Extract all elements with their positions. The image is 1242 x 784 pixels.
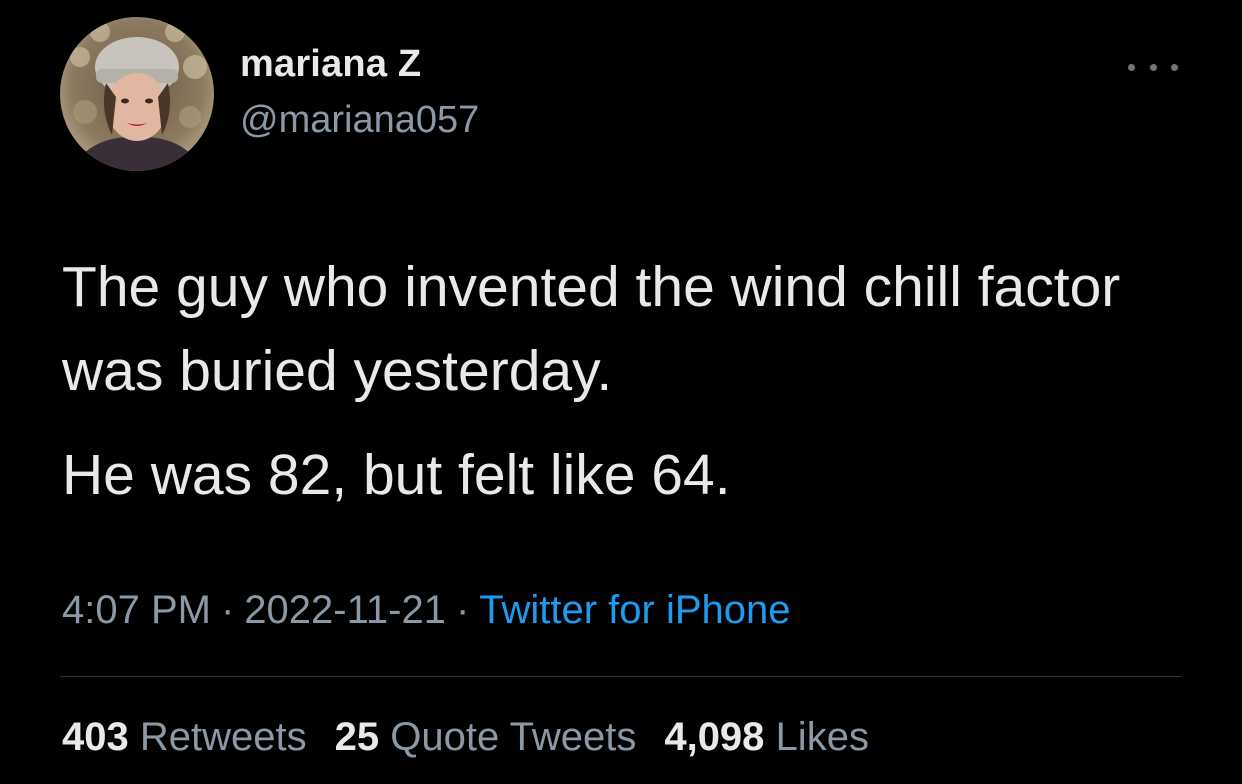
profile-photo-icon (60, 17, 214, 171)
author-handle[interactable]: @mariana057 (240, 101, 479, 139)
dot (1149, 63, 1157, 71)
tweet-time[interactable]: 4:07 PM (62, 588, 211, 632)
more-options-icon[interactable] (1128, 52, 1178, 82)
quote-tweets-count: 25 (334, 715, 380, 759)
likes-count: 4,098 (664, 715, 765, 759)
retweets-label: Retweets (139, 715, 307, 759)
tweet-stats: 403 Retweets 25 Quote Tweets 4,098 Likes (62, 717, 869, 757)
divider (60, 676, 1182, 677)
tweet-source-link[interactable]: Twitter for iPhone (479, 588, 790, 632)
tweet-text-line-1: The guy who invented the wind chill fact… (62, 255, 1121, 403)
dot (1171, 63, 1178, 71)
meta-separator: · (220, 588, 235, 632)
tweet-text: The guy who invented the wind chill fact… (62, 245, 1182, 517)
dot (1128, 63, 1135, 71)
avatar[interactable] (60, 17, 214, 171)
likes-label: Likes (775, 715, 869, 759)
tweet-date[interactable]: 2022-11-21 (244, 588, 446, 632)
retweets-stat[interactable]: 403 Retweets (62, 717, 307, 757)
author-display-name[interactable]: mariana Z (240, 45, 421, 83)
quote-tweets-stat[interactable]: 25 Quote Tweets (335, 717, 637, 757)
tweet-card: mariana Z @mariana057 The guy who invent… (0, 0, 1242, 784)
likes-stat[interactable]: 4,098 Likes (664, 717, 869, 757)
retweets-count: 403 (62, 715, 129, 759)
meta-separator: · (455, 588, 470, 632)
tweet-meta: 4:07 PM · 2022-11-21 · Twitter for iPhone (62, 590, 791, 630)
quote-tweets-label: Quote Tweets (390, 715, 637, 759)
tweet-text-line-2: He was 82, but felt like 64. (62, 443, 731, 507)
